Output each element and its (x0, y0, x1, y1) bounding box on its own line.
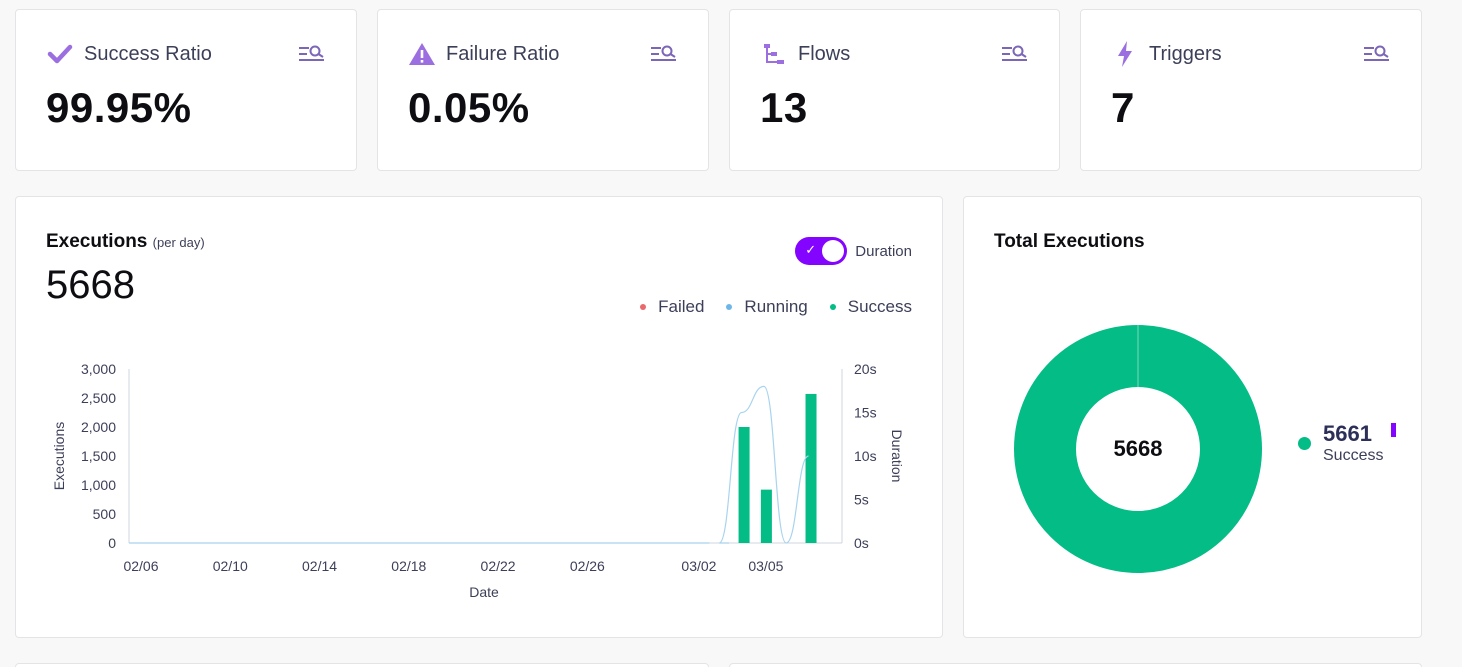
donut-legend-value: 5661 (1323, 421, 1372, 446)
x-tick-label: 02/26 (570, 558, 605, 574)
stat-title: Failure Ratio (446, 42, 560, 65)
y-tick-label: 2,500 (81, 390, 116, 406)
donut-legend-label: Success (1323, 447, 1384, 464)
bottom-card-right (729, 663, 1422, 667)
legend-dot (1298, 436, 1311, 450)
list-search-icon[interactable] (1363, 44, 1391, 64)
x-tick-label: 03/02 (681, 558, 716, 574)
total-executions-card: Total Executions 5668 5661 Success (963, 196, 1422, 638)
x-tick-label: 03/05 (748, 558, 783, 574)
list-search-icon[interactable] (650, 44, 678, 64)
y2-tick-label: 10s (854, 448, 877, 464)
x-tick-label: 02/18 (391, 558, 426, 574)
y2-tick-label: 5s (854, 492, 869, 508)
stat-header: Triggers (1111, 40, 1222, 68)
stat-card-failure-ratio: Failure Ratio 0.05% (377, 9, 709, 171)
donut-legend[interactable]: 5661 Success (1298, 421, 1383, 465)
y2-axis-label: Duration (889, 430, 905, 483)
bottom-card-left (15, 663, 709, 667)
stat-value: 7 (1111, 84, 1135, 131)
stat-title: Flows (798, 42, 851, 65)
y-tick-label: 1,500 (81, 448, 116, 464)
y-tick-label: 1,000 (81, 477, 116, 493)
donut-center-value: 5668 (1113, 436, 1163, 461)
stat-value: 0.05% (408, 84, 530, 131)
stat-header: Failure Ratio (408, 40, 559, 68)
donut-legend-text: 5661 Success (1323, 421, 1383, 465)
warning-icon (408, 40, 436, 68)
y-tick-label: 3,000 (81, 361, 116, 377)
y-tick-label: 0 (108, 535, 116, 551)
y-tick-label: 500 (93, 506, 117, 522)
stat-title: Triggers (1149, 42, 1222, 65)
list-search-icon[interactable] (298, 44, 326, 64)
stat-title: Success Ratio (84, 42, 212, 65)
x-axis-label: Date (469, 584, 499, 600)
lightning-icon (1111, 40, 1139, 68)
success-bar (760, 489, 772, 543)
legend-marker (1391, 423, 1396, 437)
y-tick-label: 2,000 (81, 419, 116, 435)
y-axis-label: Executions (51, 422, 67, 490)
stat-header: Success Ratio (46, 40, 212, 68)
flows-icon (760, 40, 788, 68)
check-icon (46, 40, 74, 68)
stat-card-success-ratio: Success Ratio 99.95% (15, 9, 357, 171)
executions-chart: 0 500 1,000 1,500 2,000 2,500 3,000 0s 5s 10s 15s 2… (51, 361, 905, 600)
success-bar (805, 393, 817, 543)
y2-tick-label: 0s (854, 535, 869, 551)
total-executions-title: Total Executions (994, 231, 1145, 252)
stat-card-flows: Flows 13 (729, 9, 1060, 171)
x-tick-label: 02/14 (302, 558, 337, 574)
success-bar (738, 427, 750, 543)
stat-value: 99.95% (46, 84, 192, 131)
x-tick-label: 02/06 (123, 558, 158, 574)
x-tick-label: 02/22 (481, 558, 516, 574)
stat-header: Flows (760, 40, 850, 68)
y2-tick-label: 20s (854, 361, 877, 377)
stat-card-triggers: Triggers 7 (1080, 9, 1422, 171)
y2-tick-label: 15s (854, 405, 877, 421)
list-search-icon[interactable] (1001, 44, 1029, 64)
stat-value: 13 (760, 84, 808, 131)
executions-card: Executions (per day) 5668 ✓ Duration Fai… (15, 196, 943, 638)
x-tick-label: 02/10 (213, 558, 248, 574)
